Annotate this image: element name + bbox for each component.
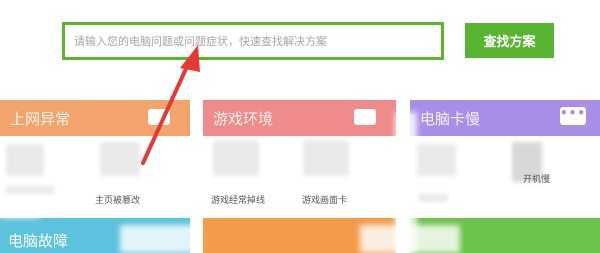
annotation-arrow [141, 45, 200, 165]
